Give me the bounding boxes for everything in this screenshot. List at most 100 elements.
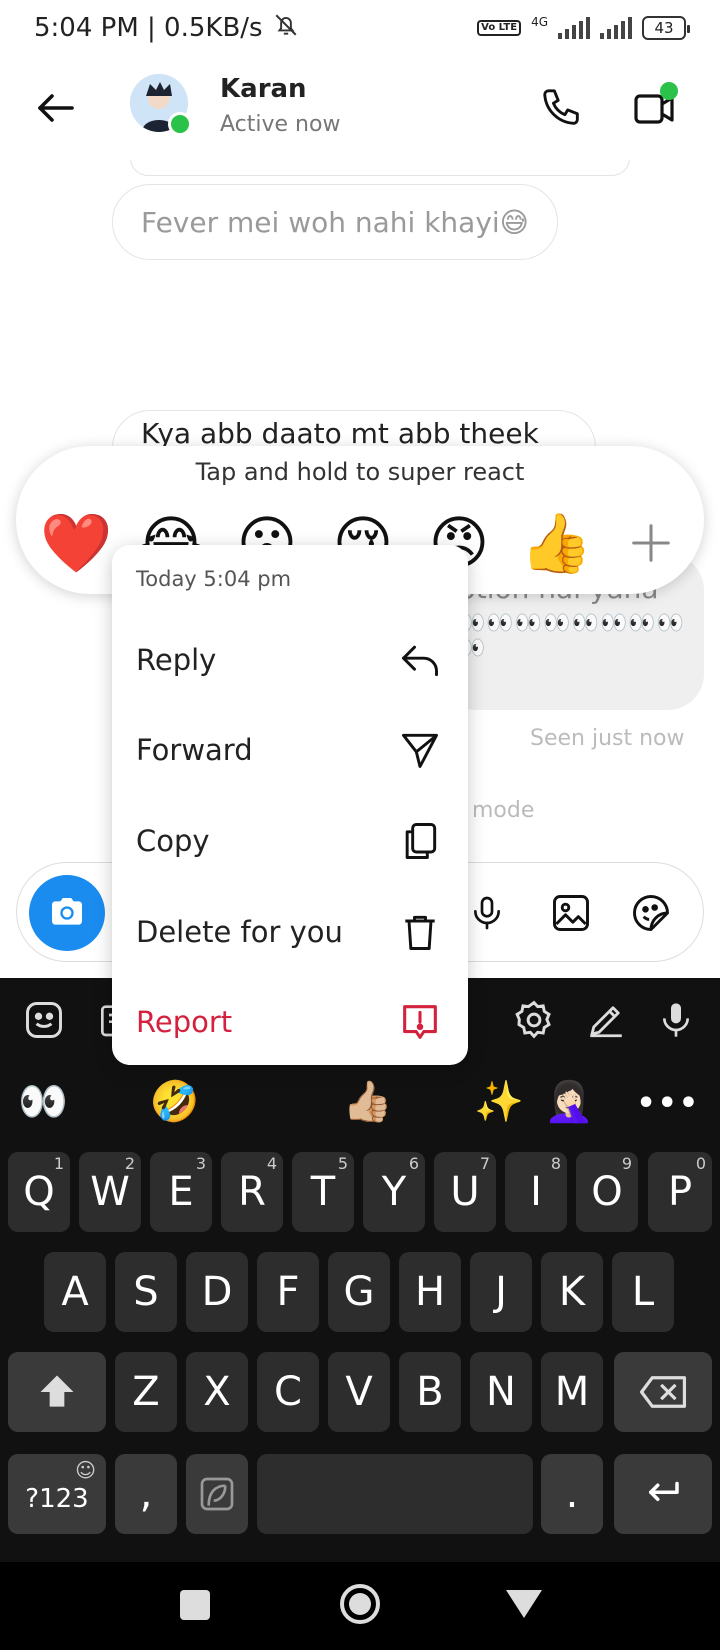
- online-indicator: [168, 112, 192, 136]
- key-label: W: [90, 1169, 130, 1215]
- sticker-button[interactable]: [625, 887, 677, 939]
- key-s[interactable]: S: [115, 1252, 177, 1332]
- key-d[interactable]: D: [186, 1252, 248, 1332]
- key-m[interactable]: M: [541, 1352, 603, 1432]
- key-p[interactable]: P0: [648, 1152, 712, 1232]
- message-bubble-partial[interactable]: [130, 160, 630, 176]
- battery-level: 43: [654, 19, 674, 37]
- keyboard-handwriting-button[interactable]: [582, 996, 630, 1044]
- key-y[interactable]: Y6: [363, 1152, 425, 1232]
- menu-item-label: Delete for you: [136, 915, 343, 949]
- key-o[interactable]: O9: [576, 1152, 638, 1232]
- emoji-suggestion[interactable]: 🤣: [150, 1078, 200, 1125]
- key-g[interactable]: G: [328, 1252, 390, 1332]
- keyboard-sticker-button[interactable]: [20, 996, 68, 1044]
- emoji-suggestion[interactable]: 👍🏼: [343, 1078, 393, 1125]
- key-z[interactable]: Z: [115, 1352, 177, 1432]
- camera-button[interactable]: [29, 875, 105, 951]
- signal-icon: [558, 17, 590, 39]
- key-j[interactable]: J: [470, 1252, 532, 1332]
- key-u[interactable]: U7: [434, 1152, 496, 1232]
- key-f[interactable]: F: [257, 1252, 319, 1332]
- key-n[interactable]: N: [470, 1352, 532, 1432]
- chat-header: Karan Active now: [0, 60, 720, 160]
- reaction-thumbs-up[interactable]: 👍: [520, 508, 592, 578]
- key-b[interactable]: B: [399, 1352, 461, 1432]
- backspace-icon: [639, 1376, 687, 1408]
- key-hint: 4: [266, 1154, 277, 1173]
- emoji-suggestion[interactable]: 🤦🏻‍♀️: [544, 1078, 594, 1125]
- language-key[interactable]: [186, 1454, 248, 1534]
- network-label: 4G: [531, 15, 548, 29]
- mode-hint: mode: [472, 798, 535, 823]
- menu-item-report[interactable]: Report: [112, 977, 468, 1067]
- keyboard-settings-button[interactable]: [510, 996, 558, 1044]
- contact-status: Active now: [220, 112, 341, 137]
- navigation-bar: [0, 1562, 720, 1650]
- symbols-key[interactable]: ?123 ☺: [8, 1454, 106, 1534]
- message-bubble[interactable]: Fever mei woh nahi khayi😅: [112, 184, 558, 260]
- menu-item-forward[interactable]: Forward: [112, 705, 468, 795]
- audio-call-button[interactable]: [532, 78, 592, 138]
- message-text: Fever mei woh nahi khayi😅: [141, 205, 529, 239]
- key-hint: 0: [695, 1154, 706, 1173]
- reaction-heart[interactable]: ❤️: [40, 508, 112, 578]
- key-label: U: [450, 1169, 480, 1215]
- add-reaction-button[interactable]: [616, 508, 686, 578]
- sticker-icon: [633, 895, 669, 931]
- home-button[interactable]: [340, 1584, 380, 1624]
- emoji-suggestion[interactable]: 👀: [18, 1078, 68, 1125]
- message-context-menu: Today 5:04 pm Reply Forward Copy Delete …: [112, 545, 468, 1065]
- key-r[interactable]: R4: [221, 1152, 283, 1232]
- sticker-icon: [26, 1002, 62, 1038]
- emoji-suggestion[interactable]: 😛: [281, 1078, 323, 1124]
- key-l[interactable]: L: [612, 1252, 674, 1332]
- key-label: ?123: [25, 1484, 89, 1514]
- key-label: O: [591, 1169, 623, 1215]
- emoji-suggestion[interactable]: 🙃: [413, 1078, 455, 1124]
- recents-button[interactable]: [180, 1590, 210, 1620]
- video-active-indicator: [660, 82, 678, 100]
- key-v[interactable]: V: [328, 1352, 390, 1432]
- enter-key[interactable]: [614, 1454, 712, 1534]
- trash-icon: [396, 908, 444, 956]
- key-x[interactable]: X: [186, 1352, 248, 1432]
- menu-item-label: Reply: [136, 643, 217, 677]
- key-a[interactable]: A: [44, 1252, 106, 1332]
- more-emoji-button[interactable]: •••: [636, 1086, 700, 1121]
- menu-item-copy[interactable]: Copy: [112, 796, 468, 886]
- back-button[interactable]: [28, 80, 84, 136]
- gallery-button[interactable]: [545, 887, 597, 939]
- comma-key[interactable]: ,: [115, 1454, 177, 1534]
- shift-key[interactable]: [8, 1352, 106, 1432]
- plus-icon: [632, 524, 670, 562]
- pencil-icon: [590, 1006, 622, 1038]
- menu-item-reply[interactable]: Reply: [112, 615, 468, 705]
- emoji-suggestion[interactable]: 😁: [219, 1078, 261, 1124]
- menu-item-label: Forward: [136, 733, 253, 767]
- voice-message-button[interactable]: [461, 887, 513, 939]
- key-hint: 8: [550, 1154, 561, 1173]
- key-e[interactable]: E3: [150, 1152, 212, 1232]
- period-key[interactable]: .: [541, 1454, 603, 1534]
- backspace-key[interactable]: [614, 1352, 712, 1432]
- microphone-icon: [663, 1003, 689, 1037]
- key-h[interactable]: H: [399, 1252, 461, 1332]
- emoji-suggestion[interactable]: 😅: [88, 1078, 130, 1124]
- status-bar: 5:04 PM | 0.5KB/s Vo LTE 4G 43: [0, 0, 720, 56]
- key-w[interactable]: W2: [79, 1152, 141, 1232]
- key-c[interactable]: C: [257, 1352, 319, 1432]
- contact-name[interactable]: Karan: [220, 74, 307, 104]
- key-k[interactable]: K: [541, 1252, 603, 1332]
- emoji-hint-icon: ☺: [75, 1458, 96, 1482]
- menu-item-delete[interactable]: Delete for you: [112, 887, 468, 977]
- key-t[interactable]: T5: [292, 1152, 354, 1232]
- back-nav-button[interactable]: [506, 1590, 542, 1618]
- message-timestamp: Today 5:04 pm: [136, 567, 292, 591]
- emoji-suggestion[interactable]: ✨: [474, 1078, 524, 1125]
- seen-status: Seen just now: [530, 726, 685, 751]
- space-key[interactable]: [257, 1454, 533, 1534]
- key-i[interactable]: I8: [505, 1152, 567, 1232]
- key-q[interactable]: Q1: [8, 1152, 70, 1232]
- keyboard-voice-button[interactable]: [652, 996, 700, 1044]
